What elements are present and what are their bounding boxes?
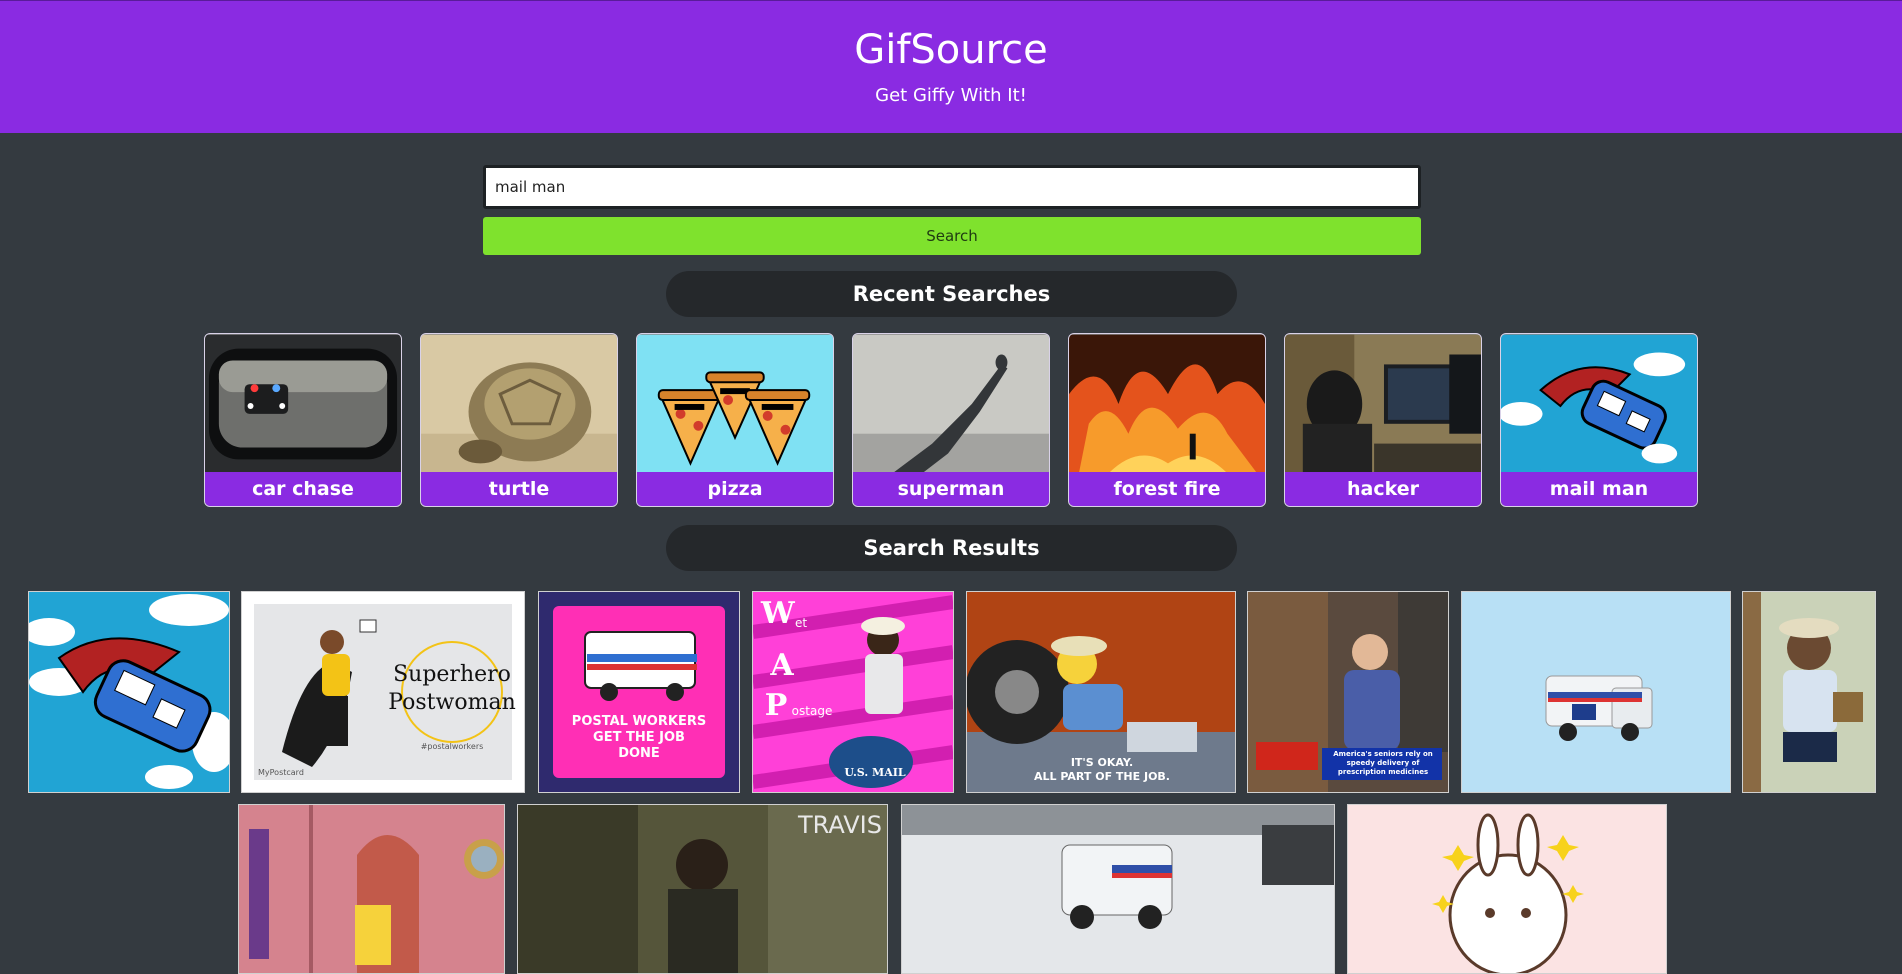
recent-search-forest-fire[interactable]: forest fire bbox=[1068, 333, 1266, 507]
wap-letter-a: A bbox=[770, 648, 794, 683]
recent-search-label: forest fire bbox=[1069, 472, 1265, 506]
stamp-text-line2: GET THE JOB bbox=[593, 730, 685, 745]
news-caption: America's seniors rely on speedy deliver… bbox=[1333, 750, 1433, 776]
turtle-thumbnail bbox=[421, 334, 617, 474]
result-gif-cartoon-mailman[interactable] bbox=[1742, 591, 1876, 793]
stamp-text-line1: POSTAL WORKERS bbox=[571, 714, 707, 729]
superhero-title-line2: Postwoman bbox=[388, 690, 516, 715]
simpsons-caption-line1: IT'S OKAY. bbox=[1070, 756, 1134, 769]
travis-logo: TRAVIS bbox=[798, 811, 882, 839]
hacker-thumbnail bbox=[1285, 334, 1481, 474]
result-gif-mister-rogers[interactable]: America's seniors rely on speedy deliver… bbox=[1247, 591, 1449, 793]
wap-mail-bag-text: U.S. MAIL bbox=[844, 766, 906, 779]
search-results-heading: Search Results bbox=[666, 525, 1237, 571]
recent-search-label: turtle bbox=[421, 472, 617, 506]
result-gif-simpsons[interactable]: IT'S OKAY. ALL PART OF THE JOB. bbox=[966, 591, 1236, 793]
mail-man-thumbnail bbox=[1501, 334, 1697, 474]
app-header: GifSource Get Giffy With It! bbox=[0, 0, 1902, 133]
wap-letter-w: W bbox=[761, 596, 795, 631]
app-title: GifSource bbox=[854, 27, 1048, 73]
cartoon-mailman-art bbox=[1743, 592, 1875, 792]
result-gif-travis-postman[interactable]: TRAVIS bbox=[517, 804, 888, 974]
recent-search-superman[interactable]: superman bbox=[852, 333, 1050, 507]
mypostcard-brand: MyPostcard bbox=[258, 768, 304, 777]
usps-truck-art bbox=[1462, 592, 1730, 792]
recent-search-mail-man[interactable]: mail man bbox=[1500, 333, 1698, 507]
recent-search-turtle[interactable]: turtle bbox=[420, 333, 618, 507]
result-gif-snow-truck[interactable] bbox=[901, 804, 1335, 974]
recent-search-car-chase[interactable]: car chase bbox=[204, 333, 402, 507]
result-gif-bart-door[interactable] bbox=[238, 804, 505, 974]
search-button[interactable]: Search bbox=[483, 217, 1421, 255]
recent-search-pizza[interactable]: pizza bbox=[636, 333, 834, 507]
bunny-art bbox=[1348, 805, 1666, 973]
recent-search-label: superman bbox=[853, 472, 1049, 506]
simpsons-caption-line2: ALL PART OF THE JOB. bbox=[1034, 770, 1170, 783]
postal-stamp-art bbox=[539, 592, 739, 792]
result-gif-superhero-postwoman[interactable]: Superhero Postwoman #postalworkers MyPos… bbox=[241, 591, 525, 793]
app-subtitle: Get Giffy With It! bbox=[875, 85, 1027, 106]
superhero-hashtag: #postalworkers bbox=[420, 742, 484, 751]
wap-ostage: ostage bbox=[791, 704, 833, 718]
superhero-title-line1: Superhero bbox=[393, 662, 511, 687]
superman-thumbnail bbox=[853, 334, 1049, 474]
search-input[interactable] bbox=[483, 165, 1421, 209]
result-gif-usps-truck[interactable] bbox=[1461, 591, 1731, 793]
result-gif-wap-postage[interactable]: W et A P ostage U.S. MAIL bbox=[752, 591, 954, 793]
result-gif-postal-stamp[interactable]: POSTAL WORKERS GET THE JOB DONE bbox=[538, 591, 740, 793]
pizza-thumbnail bbox=[637, 334, 833, 474]
forest-fire-thumbnail bbox=[1069, 334, 1265, 474]
result-gif-mailbox-flying[interactable] bbox=[28, 591, 230, 793]
recent-search-label: mail man bbox=[1501, 472, 1697, 506]
wap-et: et bbox=[794, 616, 808, 630]
recent-search-label: car chase bbox=[205, 472, 401, 506]
car-chase-thumbnail bbox=[205, 334, 401, 474]
recent-search-hacker[interactable]: hacker bbox=[1284, 333, 1482, 507]
recent-searches-heading: Recent Searches bbox=[666, 271, 1237, 317]
bart-door-art bbox=[239, 805, 504, 973]
recent-search-label: pizza bbox=[637, 472, 833, 506]
stamp-text-line3: DONE bbox=[618, 746, 660, 761]
snow-truck-art bbox=[902, 805, 1334, 973]
flying-mailbox-icon bbox=[29, 592, 229, 792]
result-gif-bunny[interactable] bbox=[1347, 804, 1667, 974]
recent-search-label: hacker bbox=[1285, 472, 1481, 506]
